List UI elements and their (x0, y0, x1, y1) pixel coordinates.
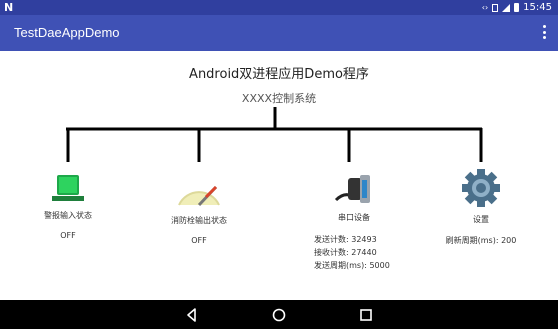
stat-line: 发送周期(ms): 5000 (314, 261, 390, 270)
arrows-icon: ‹› (481, 3, 489, 12)
serial-port-icon (334, 175, 370, 203)
device-value: 刷新周期(ms): 200 (445, 236, 517, 245)
more-vert-icon[interactable] (542, 25, 546, 39)
battery-icon (514, 3, 520, 12)
stat-line: 发送计数: 32493 (314, 235, 377, 244)
back-icon[interactable] (184, 307, 200, 323)
device-value: OFF (60, 231, 76, 240)
app-title: TestDaeAppDemo (14, 25, 120, 40)
laptop-icon (52, 175, 84, 201)
system-subtitle: XXXX控制系统 (241, 92, 317, 105)
device-alarm-input[interactable]: 警报输入状态 OFF (28, 172, 108, 240)
device-label: 警报输入状态 (44, 211, 92, 220)
gauge-icon (178, 185, 220, 207)
status-bar: N ‹› 15:45 (0, 0, 558, 15)
stat-line: 接收计数: 27440 (314, 248, 377, 257)
status-time: 15:45 (523, 2, 552, 13)
tree-diagram (66, 107, 483, 162)
home-icon[interactable] (271, 307, 287, 323)
app-bar: TestDaeAppDemo (0, 15, 558, 51)
sim-icon (492, 3, 499, 12)
notification-n-icon: N (4, 1, 14, 14)
serial-stats: 发送计数: 32493 接收计数: 27440 发送周期(ms): 5000 (314, 233, 394, 272)
navigation-bar (0, 300, 558, 329)
device-label: 消防栓输出状态 (171, 216, 227, 225)
device-settings[interactable]: 设置 刷新周期(ms): 200 (441, 168, 521, 246)
device-value: OFF (191, 236, 207, 245)
device-label: 串口设备 (338, 213, 370, 222)
device-hydrant-output[interactable]: 消防栓输出状态 OFF (159, 165, 239, 245)
page-title: Android双进程应用Demo程序 (189, 67, 369, 82)
signal-icon (502, 3, 511, 12)
device-label: 设置 (473, 215, 489, 224)
recents-icon[interactable] (358, 307, 374, 323)
gear-icon (462, 169, 500, 207)
device-serial-port[interactable]: 串口设备 发送计数: 32493 接收计数: 27440 发送周期(ms): 5… (314, 170, 394, 272)
